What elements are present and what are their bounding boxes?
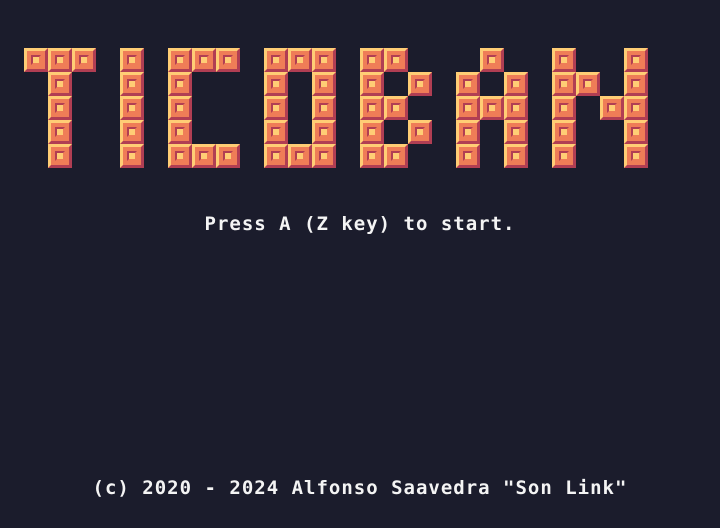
logo-tile: [48, 120, 72, 144]
logo-tile: [120, 120, 144, 144]
logo-tile: [504, 96, 528, 120]
logo-tile: [264, 48, 288, 72]
logo-tile: [168, 120, 192, 144]
logo-tile: [384, 144, 408, 168]
logo-tile: [168, 96, 192, 120]
logo-tile: [552, 96, 576, 120]
logo-tile: [456, 144, 480, 168]
logo-tile: [264, 72, 288, 96]
logo-tile: [264, 144, 288, 168]
logo-tile: [288, 48, 312, 72]
copyright-credits: (c) 2020 - 2024 Alfonso Saavedra "Son Li…: [92, 477, 628, 499]
logo-tile: [216, 144, 240, 168]
logo-tile: [192, 144, 216, 168]
logo-tile: [264, 96, 288, 120]
logo-tile: [408, 120, 432, 144]
logo-tile: [168, 48, 192, 72]
logo-tile: [624, 72, 648, 96]
logo-tile: [552, 72, 576, 96]
logo-tile: [624, 120, 648, 144]
logo-tile: [168, 144, 192, 168]
logo-tile: [360, 48, 384, 72]
logo-tile: [48, 48, 72, 72]
title-screen[interactable]: Press A (Z key) to start. (c) 2020 - 202…: [0, 0, 720, 528]
logo-tile: [504, 144, 528, 168]
logo-tile: [624, 144, 648, 168]
logo-tile: [624, 48, 648, 72]
logo-tile: [408, 72, 432, 96]
logo-tile: [312, 96, 336, 120]
logo-tile: [384, 48, 408, 72]
logo-tile: [600, 96, 624, 120]
logo-tile: [504, 120, 528, 144]
logo-tile: [552, 120, 576, 144]
logo-tile: [312, 72, 336, 96]
logo-tile: [312, 48, 336, 72]
logo-tile: [48, 96, 72, 120]
logo-tile: [192, 48, 216, 72]
logo-tile: [552, 144, 576, 168]
logo-tile: [120, 144, 144, 168]
logo-tile: [120, 48, 144, 72]
logo-tile: [120, 72, 144, 96]
logo-tile: [456, 120, 480, 144]
logo-tile: [504, 72, 528, 96]
logo-tile: [216, 48, 240, 72]
logo-tile: [480, 96, 504, 120]
logo-tile: [288, 144, 312, 168]
logo-tile: [624, 96, 648, 120]
start-prompt: Press A (Z key) to start.: [204, 213, 516, 235]
logo-tile: [480, 48, 504, 72]
logo-tile: [312, 120, 336, 144]
logo-tile: [48, 72, 72, 96]
logo-tile: [72, 48, 96, 72]
game-logo: [0, 0, 720, 200]
logo-tile: [576, 72, 600, 96]
logo-tile: [48, 144, 72, 168]
logo-tile: [312, 144, 336, 168]
logo-tile: [360, 72, 384, 96]
logo-tile: [168, 72, 192, 96]
logo-tile: [24, 48, 48, 72]
logo-tile: [552, 48, 576, 72]
logo-tile: [120, 96, 144, 120]
logo-tile: [360, 96, 384, 120]
logo-tile: [360, 120, 384, 144]
logo-tile: [456, 96, 480, 120]
logo-tile: [456, 72, 480, 96]
logo-tile: [360, 144, 384, 168]
logo-tile: [264, 120, 288, 144]
logo-tile: [384, 96, 408, 120]
